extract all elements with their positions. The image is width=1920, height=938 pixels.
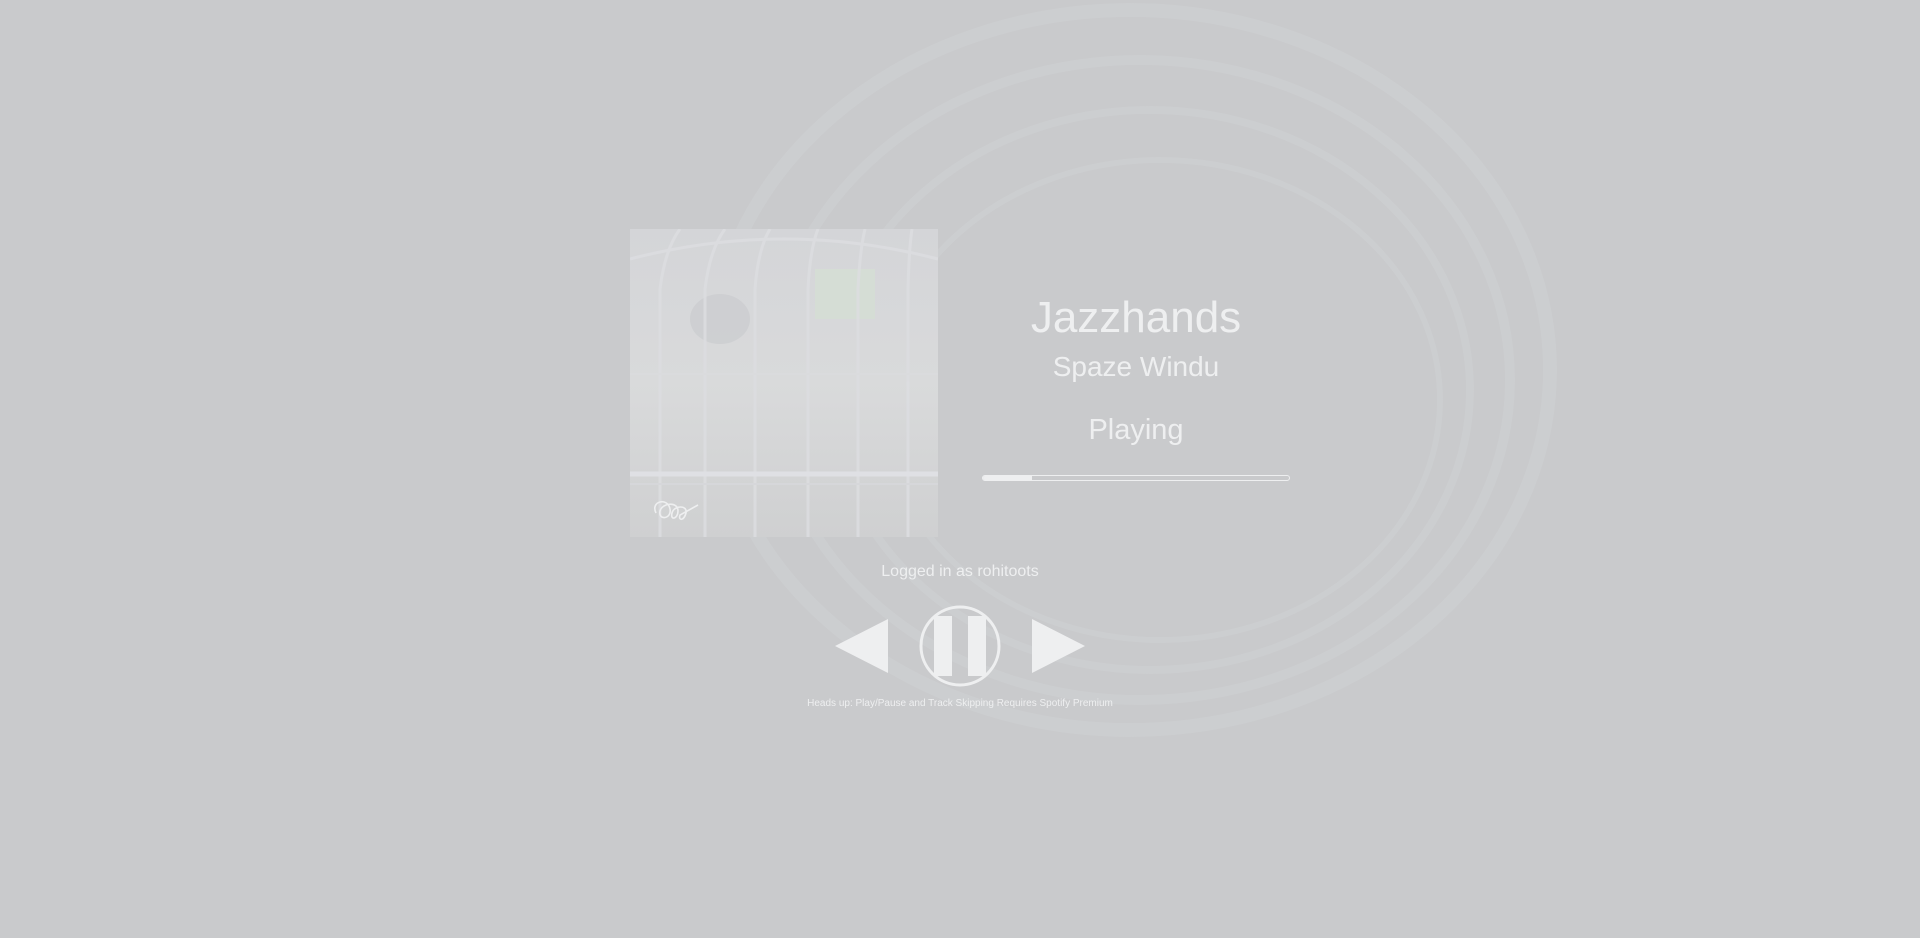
album-art [630,229,938,537]
previous-track-icon [835,619,888,673]
premium-notice: Heads up: Play/Pause and Track Skipping … [807,698,1113,709]
login-status: Logged in as rohitoots [881,563,1039,580]
background-swirl [703,3,1557,737]
next-track-icon [1032,619,1085,673]
pause-icon [919,605,1001,687]
progress-fill [983,476,1032,480]
artist-signature-logo [654,501,699,521]
playback-status: Playing [1088,414,1184,446]
next-track-button[interactable] [1031,619,1085,678]
previous-track-button[interactable] [835,619,889,678]
track-title: Jazzhands [1030,293,1242,342]
play-pause-button[interactable] [919,605,1001,692]
artist-name: Spaze Windu [1052,351,1220,382]
playback-controls [830,605,1090,687]
progress-bar[interactable] [982,475,1290,481]
